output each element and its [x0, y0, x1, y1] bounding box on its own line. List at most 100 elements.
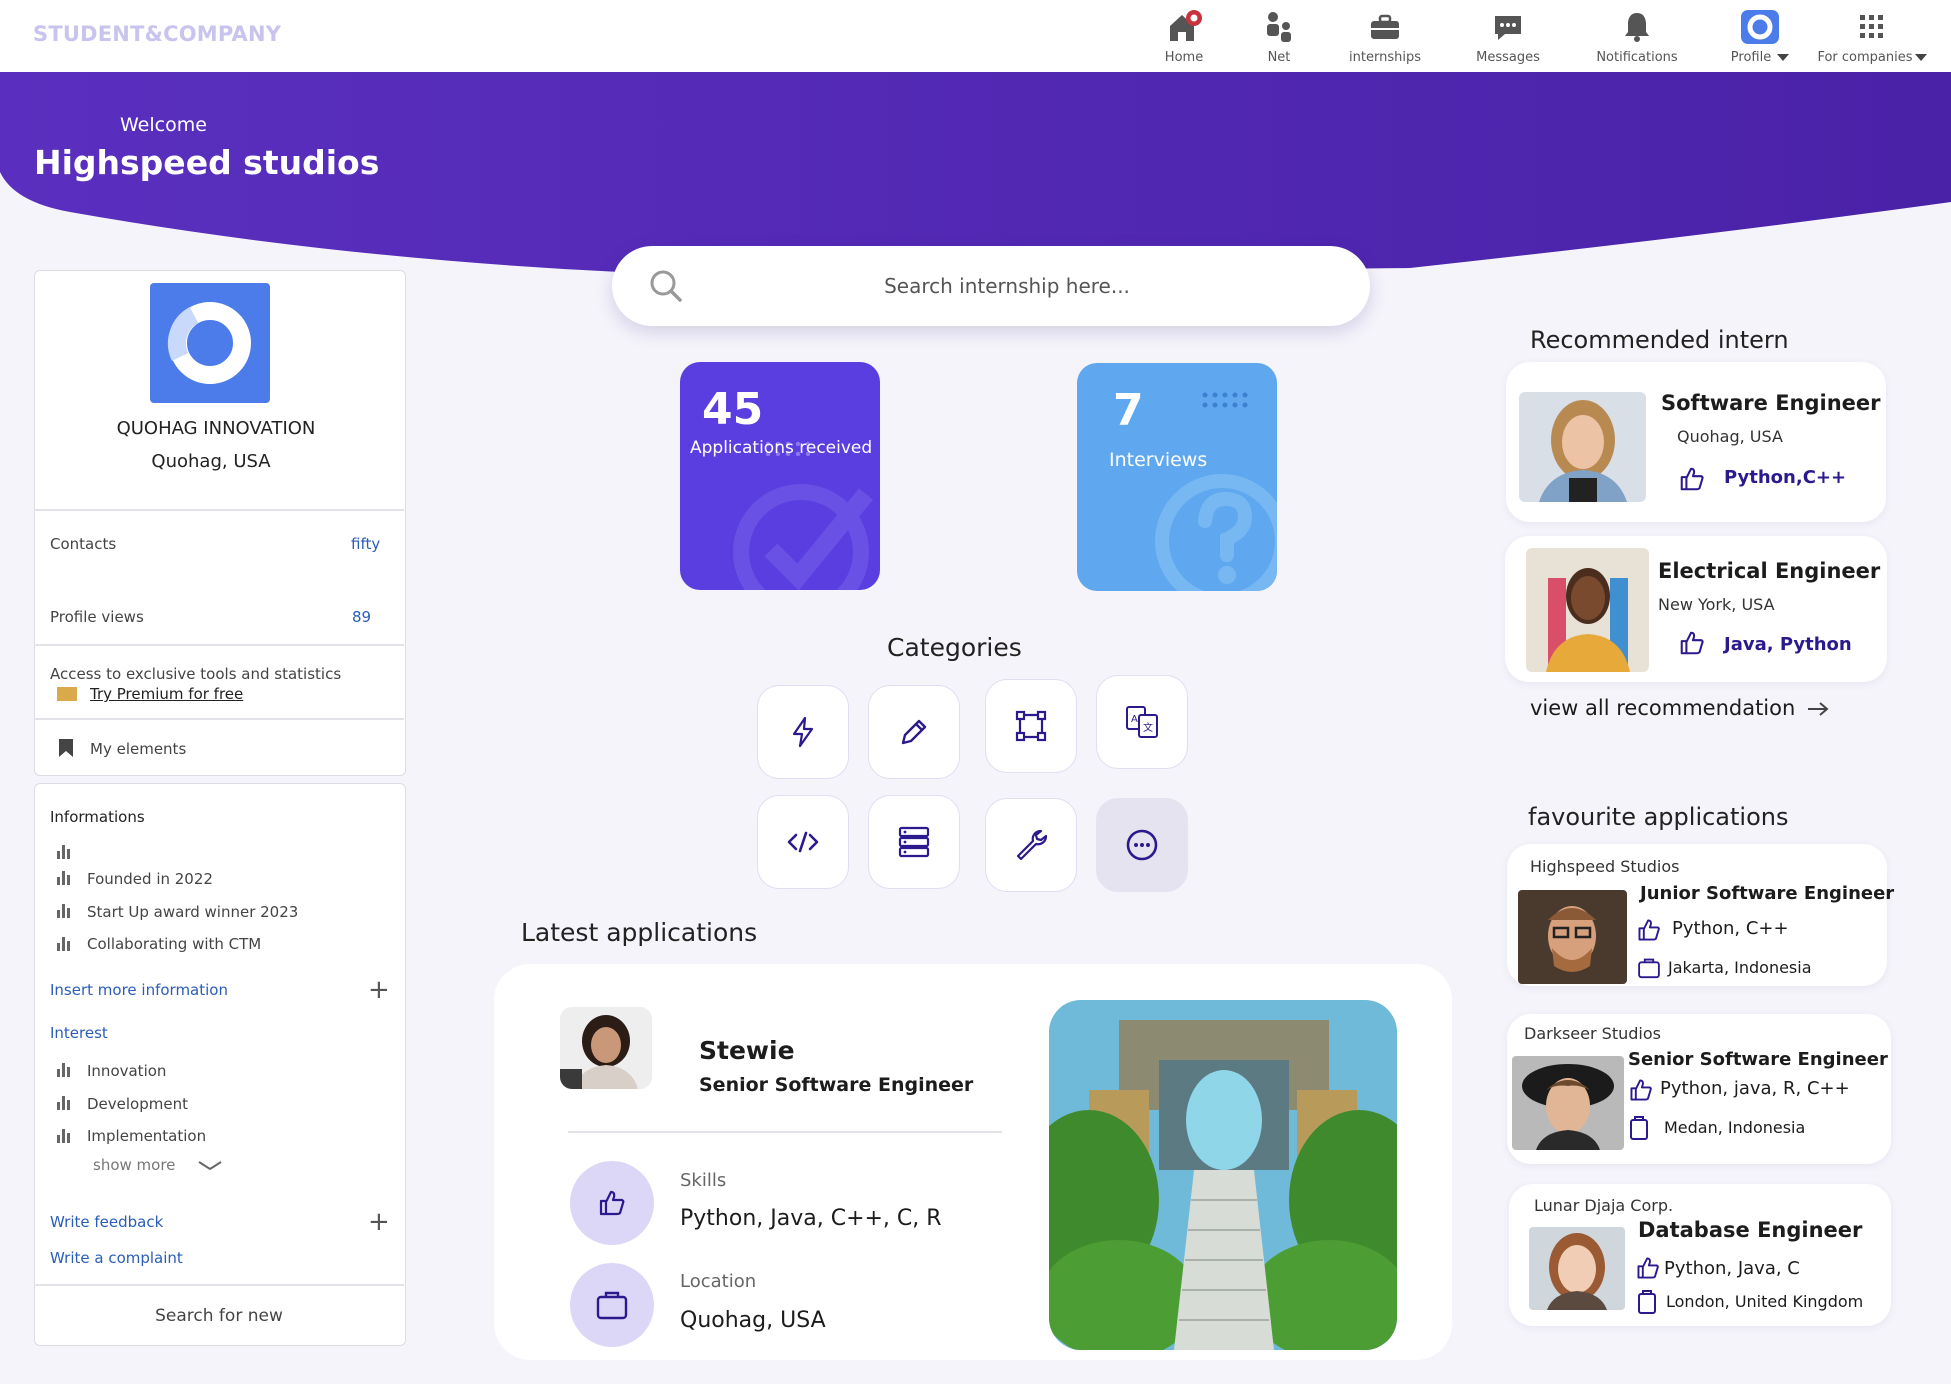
thumbs-up-icon	[599, 1190, 625, 1216]
location-label: Location	[680, 1271, 757, 1292]
nav-profile[interactable]: Profile	[1705, 10, 1815, 68]
favourite-photo	[1512, 1056, 1624, 1150]
profile-views-value[interactable]: 89	[352, 608, 371, 626]
thumbs-up-icon	[1630, 1079, 1652, 1101]
premium-badge-icon	[57, 687, 77, 701]
people-icon	[1267, 12, 1291, 42]
category-graphics[interactable]	[985, 679, 1077, 773]
intern-avatar	[1526, 548, 1649, 672]
clipboard-icon	[1638, 1290, 1656, 1314]
company-title: Highspeed studios	[34, 143, 380, 182]
nav-net-label: Net	[1267, 50, 1291, 65]
company-name: QUOHAG INNOVATION	[116, 418, 316, 439]
briefcase-icon	[1638, 958, 1660, 979]
translate-icon: A文	[1126, 706, 1158, 738]
informations-title: Informations	[50, 808, 145, 826]
write-feedback-link[interactable]: Write feedback	[50, 1213, 163, 1231]
intern-avatar	[1519, 392, 1646, 502]
profile-logo-icon	[1741, 10, 1779, 44]
location-value: Quohag, USA	[680, 1308, 826, 1333]
search-for-new-button[interactable]: Search for new	[34, 1306, 404, 1326]
try-premium-link[interactable]: Try Premium for free	[90, 685, 243, 703]
nav-home-label: Home	[1164, 50, 1204, 65]
nav-home[interactable]: Home	[1129, 10, 1239, 68]
wrench-icon	[1016, 829, 1048, 861]
category-translation[interactable]: A文	[1096, 675, 1188, 769]
favourite-location: London, United Kingdom	[1666, 1292, 1864, 1311]
bell-icon	[1625, 13, 1649, 42]
applicant-name[interactable]: Stewie	[699, 1036, 795, 1065]
category-programming[interactable]	[757, 795, 849, 889]
favourite-applications-title: favourite applications	[1528, 803, 1789, 831]
plus-icon[interactable]: +	[368, 1209, 390, 1235]
favourite-location: Jakarta, Indonesia	[1668, 958, 1812, 977]
divider	[34, 509, 404, 511]
chevron-down-icon	[1777, 54, 1790, 61]
applications-received-card[interactable]: 45 Applications received	[680, 362, 880, 590]
my-elements-link[interactable]: My elements	[90, 740, 186, 758]
server-icon	[898, 826, 930, 858]
interest-item: Implementation	[87, 1127, 207, 1145]
divider	[34, 1284, 404, 1286]
company-logo	[150, 283, 270, 403]
question-circle-icon	[1155, 474, 1277, 591]
interest-link[interactable]: Interest	[50, 1024, 108, 1042]
nav-internships-label: internships	[1349, 50, 1421, 65]
interviews-card[interactable]: 7 Interviews	[1077, 363, 1277, 591]
intern-photo	[1526, 548, 1649, 672]
chevron-down-icon[interactable]	[197, 1160, 223, 1172]
plus-icon[interactable]: +	[368, 977, 390, 1003]
nav-internships[interactable]: internships	[1330, 10, 1440, 68]
bookmark-icon	[59, 739, 73, 757]
applicant-photo	[560, 1007, 652, 1089]
code-icon	[787, 831, 819, 853]
nav-net[interactable]: Net	[1224, 10, 1334, 68]
category-energy[interactable]	[757, 685, 849, 779]
nav-notifications[interactable]: Notifications	[1582, 10, 1692, 68]
svg-text:文: 文	[1143, 721, 1153, 734]
thumbs-up-icon	[1637, 1257, 1659, 1279]
thumbs-up-icon	[1680, 467, 1704, 491]
favourite-photo	[1529, 1227, 1625, 1310]
recommended-skills: Python,C++	[1724, 467, 1847, 488]
favourite-photo	[1518, 890, 1627, 984]
show-more-link[interactable]: show more	[93, 1156, 175, 1174]
svg-text:A: A	[1131, 714, 1138, 725]
contacts-value[interactable]: fifty	[351, 535, 380, 553]
insert-more-information-link[interactable]: Insert more information	[50, 981, 228, 999]
category-more[interactable]	[1096, 798, 1188, 892]
grid-apps-icon	[1860, 15, 1883, 38]
intern-photo	[1519, 392, 1646, 502]
applicant-avatar[interactable]	[560, 1007, 652, 1089]
nav-profile-label: Profile	[1705, 50, 1815, 65]
divider	[568, 1131, 1002, 1133]
more-icon	[1126, 829, 1158, 861]
view-all-recommendation-link[interactable]: view all recommendation	[1530, 696, 1795, 720]
write-complaint-link[interactable]: Write a complaint	[50, 1249, 183, 1267]
category-design[interactable]	[868, 685, 960, 779]
pencil-icon	[901, 719, 927, 745]
arrow-right-icon[interactable]	[1806, 700, 1830, 718]
brand-logo[interactable]: STUDENT&COMPANY	[33, 22, 281, 46]
search-input[interactable]	[692, 266, 1322, 306]
contacts-label: Contacts	[50, 535, 117, 553]
stats-bars-icon	[57, 1096, 73, 1110]
interest-item: Innovation	[87, 1062, 167, 1080]
favourite-avatar	[1529, 1227, 1625, 1310]
category-database[interactable]	[868, 795, 960, 889]
applicant-role: Senior Software Engineer	[699, 1074, 974, 1096]
chevron-down-icon	[1914, 54, 1927, 61]
nav-messages[interactable]: Messages	[1453, 10, 1563, 68]
nav-for-companies-label: For companies	[1812, 50, 1932, 65]
stats-bars-icon	[57, 937, 73, 951]
search-bar[interactable]	[612, 246, 1370, 326]
thumbs-up-icon	[1638, 919, 1660, 941]
search-icon	[650, 270, 682, 302]
check-circle-icon	[733, 484, 873, 590]
category-engineering[interactable]	[985, 798, 1077, 892]
recommended-skills: Java, Python	[1724, 634, 1852, 655]
company-logo-icon	[167, 302, 251, 384]
application-cover-image[interactable]	[1049, 1000, 1397, 1350]
categories-title: Categories	[887, 633, 1022, 662]
nav-for-companies[interactable]: For companies	[1812, 10, 1932, 68]
